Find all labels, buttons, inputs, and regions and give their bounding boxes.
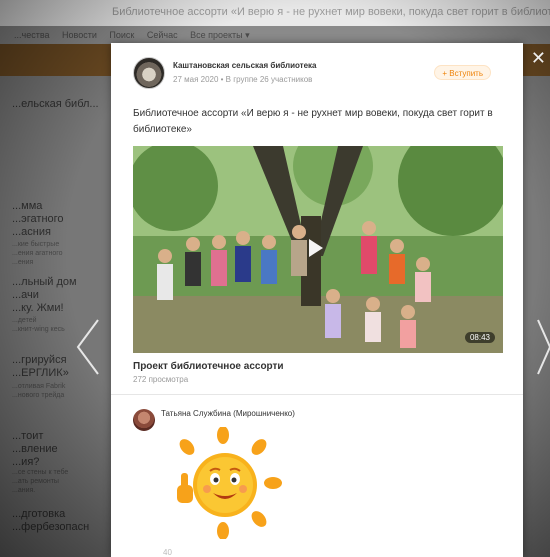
nav-item[interactable]: Все проекты ▾ — [190, 30, 250, 40]
post-date: 27 мая 2020 — [173, 75, 219, 84]
video-views: 272 просмотра — [133, 375, 189, 384]
ad-title[interactable]: ...мма ...эгатного ...асния — [12, 200, 64, 239]
ad-title[interactable]: ...тоит ...вление ...ия? — [12, 430, 58, 469]
ad-text: ...се стены к тебе ...ать ремонты ...ани… — [12, 469, 69, 494]
group-members[interactable]: • В группе 26 участников — [218, 75, 313, 84]
close-icon[interactable]: ✕ — [531, 48, 546, 69]
post-modal: Каштановская сельская библиотека 27 мая … — [111, 43, 523, 557]
ad-text: ...отливая Fabrik ...нового трейда — [12, 383, 66, 399]
ad-title[interactable]: ...льный дом ...ачи ...ку. Жми! — [12, 276, 77, 315]
previous-arrow-icon[interactable] — [76, 318, 100, 381]
post-text: Библиотечное ассорти «И верю я - не рухн… — [133, 108, 493, 135]
comment-author[interactable]: Татьяна Службина (Мирошниченко) — [161, 409, 295, 418]
video-player[interactable]: 08:43 — [133, 146, 503, 353]
video-duration: 08:43 — [464, 332, 495, 343]
background-nav: ...чества Новости Поиск Сейчас Все проек… — [0, 26, 550, 44]
nav-item[interactable]: Новости — [62, 30, 97, 40]
nav-item[interactable]: ...чества — [14, 30, 50, 40]
sidebar-title: ...ельская библ... — [12, 98, 99, 110]
divider — [111, 394, 523, 395]
next-arrow-icon[interactable] — [536, 318, 550, 381]
ad-title[interactable]: ...дготовка ...фербезопасн — [12, 508, 89, 534]
nav-item[interactable]: Поиск — [109, 30, 134, 40]
group-name[interactable]: Каштановская сельская библиотека — [173, 61, 317, 70]
ad-text: ...детей ...книт-wing кесь — [12, 317, 65, 333]
sun-sticker-icon — [163, 426, 283, 544]
ad-text: ...кие быстрые ...ения агатного ...ения — [12, 241, 63, 266]
background-sidebar: ...ельская библ... ...мма ...эгатного ..… — [0, 76, 110, 557]
window-title: Библиотечное ассорти «И верю я - не рухн… — [0, 0, 550, 26]
post-meta: 27 мая 2020 • В группе 26 участников — [173, 75, 312, 84]
post-header: Каштановская сельская библиотека 27 мая … — [133, 57, 501, 91]
play-icon[interactable] — [309, 239, 323, 257]
ad-title[interactable]: ...грируйся ...ЕРГЛИК» — [12, 354, 69, 380]
commenter-avatar[interactable] — [133, 409, 155, 431]
group-avatar[interactable] — [133, 57, 165, 89]
bottom-counter: 40 — [163, 548, 172, 557]
nav-item[interactable]: Сейчас — [147, 30, 178, 40]
video-title[interactable]: Проект библиотечное ассорти — [133, 361, 284, 372]
join-button[interactable]: + Вступить — [434, 65, 491, 80]
